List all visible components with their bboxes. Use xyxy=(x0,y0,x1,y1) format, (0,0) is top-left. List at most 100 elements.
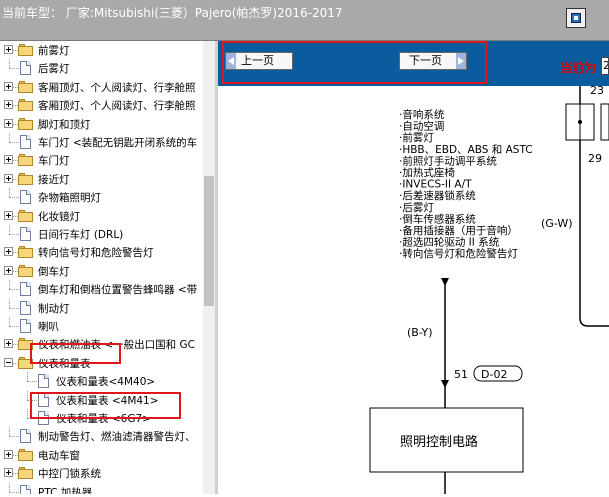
tree-item[interactable]: PTC 加热器 xyxy=(0,482,205,494)
tree-item-label: 客厢顶灯、个人阅读灯、行李舱照 xyxy=(38,100,196,113)
document-icon xyxy=(20,484,31,494)
folder-icon xyxy=(18,80,34,93)
wire-label-g-w: (G-W) xyxy=(541,217,573,230)
expand-icon[interactable] xyxy=(4,81,13,91)
folder-icon xyxy=(18,209,34,222)
collapse-icon[interactable] xyxy=(4,357,13,367)
expand-icon[interactable] xyxy=(4,118,13,128)
tree-item[interactable]: 车门灯 <装配无钥匙开闭系统的车 xyxy=(0,133,205,151)
tree-item-label: 化妆镜灯 xyxy=(38,210,80,223)
tree-item-label: 喇叭 xyxy=(38,321,59,333)
document-icon xyxy=(20,429,31,444)
tree-item[interactable]: 电动车窗 xyxy=(0,446,205,464)
tree-item[interactable]: 客厢顶灯、个人阅读灯、行李舱照 xyxy=(0,96,205,114)
tree-item-label: 制动灯 xyxy=(38,302,70,315)
tree-item[interactable]: 后雾灯 xyxy=(0,59,205,77)
expand-icon[interactable] xyxy=(4,155,13,165)
system-list-item: ·转向信号灯和危险警告灯 xyxy=(399,247,518,260)
expand-icon[interactable] xyxy=(4,45,13,54)
control-circuit-label: 照明控制电路 xyxy=(400,434,478,450)
tree-item-label: 倒车灯 xyxy=(38,265,70,278)
tree-item-label: 日间行车灯 (DRL) xyxy=(38,229,124,241)
vehicle-title: 当前车型： 厂家:Mitsubishi(三菱）Pajero(帕杰罗)2016-2… xyxy=(2,6,343,20)
system-list-item: ·后差速器锁系统 xyxy=(399,189,476,202)
tree-item-label: PTC 加热器 xyxy=(38,486,93,494)
tree-item[interactable]: 中控门锁系统 xyxy=(0,464,205,482)
folder-icon xyxy=(18,264,34,277)
tree-item-label: 倒车灯和倒档位置警告蜂鸣器 <带 xyxy=(38,284,198,297)
tree-item[interactable]: 化妆镜灯 xyxy=(0,207,205,225)
tree-item[interactable]: 制动灯 xyxy=(0,298,205,317)
expand-icon[interactable] xyxy=(4,173,13,183)
expand-icon[interactable] xyxy=(4,468,13,478)
page-number-input[interactable]: 2 xyxy=(601,57,609,75)
system-list-item: ·加热式座椅 xyxy=(399,166,455,179)
title-bar: 当前车型： 厂家:Mitsubishi(三菱）Pajero(帕杰罗)2016-2… xyxy=(0,0,609,41)
system-list-item: ·INVECS-II A/T xyxy=(399,179,472,191)
document-icon xyxy=(20,135,31,149)
tree-item-label: 后雾灯 xyxy=(38,63,70,76)
expand-icon[interactable] xyxy=(4,210,13,220)
folder-icon xyxy=(18,172,34,185)
folder-icon xyxy=(18,246,34,259)
tree-item[interactable]: 杂物箱照明灯 xyxy=(0,188,205,206)
wire-label-b-y: (B-Y) xyxy=(407,326,433,339)
tree-item[interactable]: 脚灯和顶灯 xyxy=(0,115,205,133)
tree-item[interactable]: 仪表和量表<4M40> xyxy=(0,372,205,390)
highlight-selected-doc xyxy=(30,392,181,419)
tree-item[interactable]: 转向信号灯和危险警告灯 xyxy=(0,243,205,261)
scrollbar-thumb[interactable] xyxy=(204,176,214,306)
tree-item-label: 车门灯 xyxy=(38,155,70,168)
document-icon xyxy=(20,61,31,76)
expand-icon[interactable] xyxy=(4,449,13,459)
tree-item[interactable]: 日间行车灯 (DRL) xyxy=(0,225,205,243)
folder-icon xyxy=(18,99,34,112)
system-list-item: ·自动空调 xyxy=(399,120,444,133)
tree-item[interactable]: 倒车灯和倒档位置警告蜂鸣器 <带 xyxy=(0,280,205,298)
tree-item[interactable]: 车门灯 xyxy=(0,151,205,169)
tree-item-label: 车门灯 <装配无钥匙开闭系统的车 xyxy=(38,137,198,149)
expand-icon[interactable] xyxy=(4,339,13,349)
tree-scrollbar[interactable] xyxy=(203,41,215,494)
tree-item-label: 制动警告灯、燃油滤清器警告灯、 xyxy=(38,431,196,444)
system-list-item: ·音响系统 xyxy=(399,108,445,121)
tree-item-label: 客厢顶灯、个人阅读灯、行李舱照 xyxy=(38,81,196,94)
expand-icon[interactable] xyxy=(4,247,13,257)
tree-panel[interactable]: 前雾灯后雾灯客厢顶灯、个人阅读灯、行李舱照 客厢顶灯、个人阅读灯、行李舱照 脚灯和顶… xyxy=(0,41,215,494)
tree-item-label: 电动车窗 xyxy=(38,449,80,462)
connector-label: D-02 xyxy=(481,368,507,381)
system-list: ·音响系统·自动空调·前雾灯·HBB、EBD、ABS 和 ASTC·前照灯手动调… xyxy=(399,108,533,260)
system-list-item: ·后雾灯 xyxy=(399,202,434,214)
tree-item[interactable]: 喇叭 xyxy=(0,317,205,335)
document-icon xyxy=(20,227,31,241)
tree-item[interactable]: 前雾灯 xyxy=(0,41,205,59)
tree-item-label: 转向信号灯和危险警告灯 xyxy=(38,247,154,260)
system-list-item: ·倒车传感器系统 xyxy=(399,212,476,225)
highlight-nav-buttons xyxy=(222,41,487,84)
document-icon xyxy=(38,374,49,389)
tree-item[interactable]: 倒车灯 xyxy=(0,262,205,280)
expand-icon[interactable] xyxy=(4,100,13,110)
window-icon-button[interactable] xyxy=(566,8,586,28)
wire-arrow-lower xyxy=(441,380,449,388)
document-icon xyxy=(20,319,31,333)
folder-icon xyxy=(18,154,34,167)
pin-51-label: 51 xyxy=(454,368,468,381)
system-list-item: ·备用插接器（用于音响） xyxy=(399,224,518,237)
tree-item[interactable]: 接近灯 xyxy=(0,170,205,188)
tree-item-label: 仪表和量表<4M40> xyxy=(56,376,156,389)
tree-item[interactable]: 制动警告灯、燃油滤清器警告灯、 xyxy=(0,427,205,445)
wire-arrow xyxy=(441,278,449,286)
system-list-item: ·前雾灯 xyxy=(399,131,434,144)
tree-item-label: 脚灯和顶灯 xyxy=(38,118,91,131)
system-list-item: ·前照灯手动调平系统 xyxy=(399,154,497,167)
tree-item[interactable]: 客厢顶灯、个人阅读灯、行李舱照 xyxy=(0,78,205,96)
document-icon xyxy=(20,190,31,205)
pin-23-label: 23 xyxy=(590,86,604,97)
folder-icon xyxy=(18,44,34,56)
tree-item-label: 接近灯 xyxy=(38,173,70,186)
tree-item-label: 杂物箱照明灯 xyxy=(38,192,101,205)
expand-icon[interactable] xyxy=(4,265,13,275)
folder-icon xyxy=(18,448,34,461)
highlight-folder-instruments xyxy=(30,343,121,364)
